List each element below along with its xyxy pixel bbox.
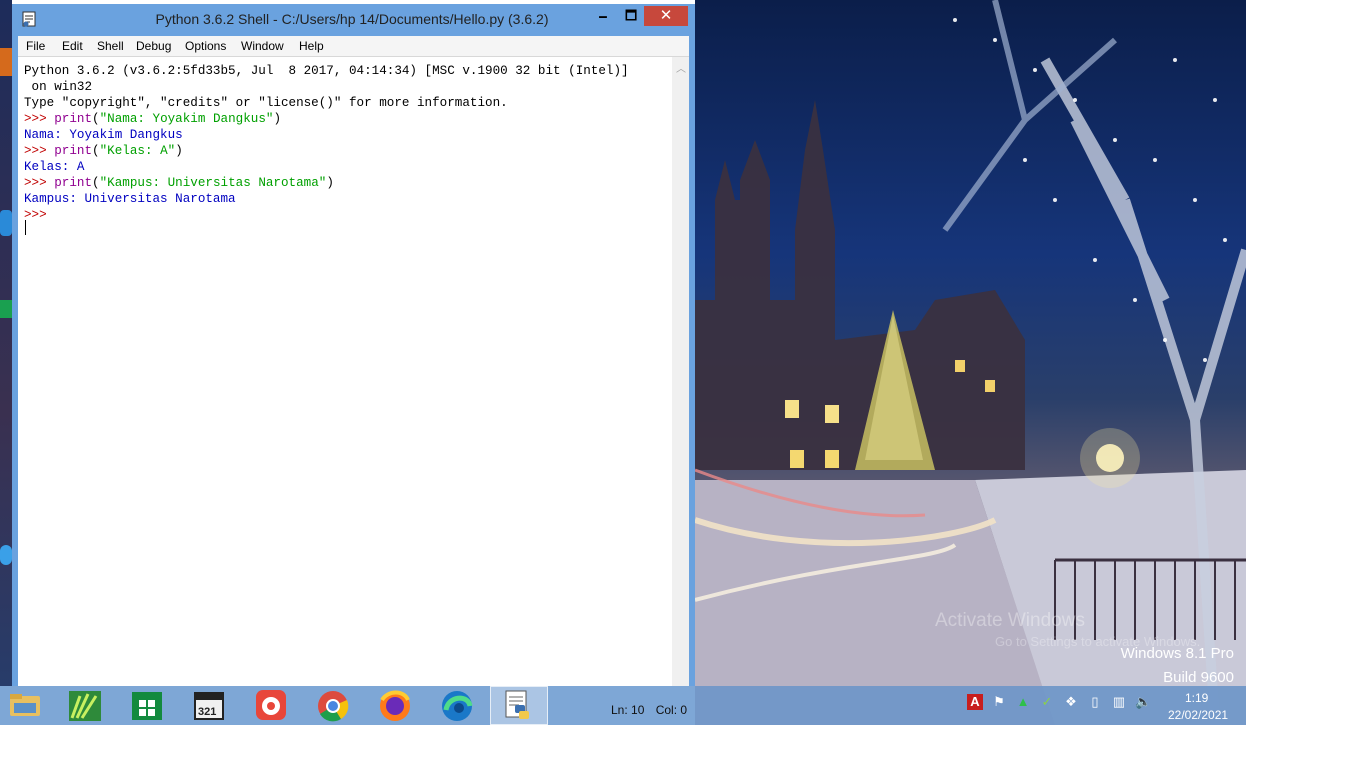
scroll-up-icon[interactable]: ︿: [676, 60, 686, 75]
minimize-button[interactable]: 🗕: [592, 6, 614, 26]
network-icon[interactable]: ▥: [1111, 694, 1127, 710]
string-token: "Kelas: A": [99, 144, 176, 158]
store-icon: [132, 692, 162, 720]
clock-time[interactable]: 1:19: [1185, 691, 1208, 705]
desktop-icon-partial[interactable]: [0, 300, 12, 318]
menu-shell[interactable]: Shell: [97, 39, 124, 53]
column-number: Col: 0: [655, 703, 688, 717]
desktop-left-strip: [0, 0, 12, 686]
cute-app-icon: [69, 691, 101, 721]
minimize-icon: 🗕: [598, 8, 608, 23]
string-token: "Nama: Yoyakim Dangkus": [99, 112, 274, 126]
edge-icon: [442, 691, 473, 721]
menu-help[interactable]: Help: [299, 39, 324, 53]
taskbar-edge[interactable]: [432, 686, 484, 725]
firefox-icon: [380, 690, 410, 721]
screen-recorder-icon: [256, 690, 286, 720]
taskbar-chrome[interactable]: [308, 686, 360, 725]
taskbar: 321 Ln: 10 Col: 0 A ⚑ ▲ ✓ ❖ ▯ ▥ 🔈 1:19 2…: [0, 686, 1246, 725]
desktop-wallpaper: Activate Windows Go to Settings to activ…: [695, 0, 1246, 725]
shell-prompt: >>>: [24, 112, 47, 126]
shell-text-area[interactable]: Python 3.6.2 (v3.6.2:5fd33b5, Jul 8 2017…: [18, 56, 689, 687]
svg-text:321: 321: [198, 706, 216, 718]
file-explorer-icon: [10, 694, 40, 716]
menu-debug[interactable]: Debug: [136, 39, 171, 53]
shell-command-line: >>> print("Kelas: A"): [24, 144, 183, 158]
keyword-token: print: [54, 112, 93, 126]
shell-command-line: >>> print("Kampus: Universitas Narotama"…: [24, 176, 334, 190]
idle-app-icon[interactable]: [20, 10, 38, 28]
close-button[interactable]: ✕: [644, 6, 688, 26]
shell-output-line: Kelas: A: [24, 160, 85, 174]
menu-options[interactable]: Options: [185, 39, 226, 53]
vertical-scrollbar[interactable]: ︿: [672, 57, 689, 687]
taskbar-firefox[interactable]: [370, 686, 422, 725]
tray-triangle-icon[interactable]: ▲: [1015, 694, 1031, 710]
taskbar-file-explorer[interactable]: [0, 686, 52, 725]
banner-line: Python 3.6.2 (v3.6.2:5fd33b5, Jul 8 2017…: [24, 64, 629, 78]
taskbar-app-cute[interactable]: [60, 686, 112, 725]
clock-date[interactable]: 22/02/2021: [1168, 708, 1228, 722]
os-version-label: Windows 8.1 Pro Build 9600: [1121, 642, 1234, 690]
desktop-icon-partial[interactable]: [0, 210, 12, 236]
flag-icon[interactable]: ⚑: [991, 694, 1007, 710]
menu-edit[interactable]: Edit: [62, 39, 83, 53]
editor-status: Ln: 10 Col: 0: [611, 703, 687, 717]
power-icon[interactable]: ▯: [1087, 694, 1103, 710]
shell-prompt: >>>: [24, 176, 47, 190]
shell-prompt: >>>: [24, 208, 47, 222]
activation-watermark-title: Activate Windows: [935, 610, 1085, 631]
keyword-token: print: [54, 144, 93, 158]
maximize-icon: 🗖: [624, 8, 638, 23]
menu-bar: File Edit Shell Debug Options Window Hel…: [18, 36, 689, 56]
maximize-button[interactable]: 🗖: [620, 6, 642, 26]
close-icon: ✕: [659, 7, 673, 24]
window-title: Python 3.6.2 Shell - C:/Users/hp 14/Docu…: [155, 11, 549, 27]
dropbox-icon[interactable]: ❖: [1063, 694, 1079, 710]
banner-line: on win32: [24, 80, 93, 94]
volume-icon[interactable]: 🔈: [1135, 694, 1151, 710]
shell-command-line: >>> print("Nama: Yoyakim Dangkus"): [24, 112, 281, 126]
string-token: "Kampus: Universitas Narotama": [99, 176, 327, 190]
taskbar-media-player[interactable]: 321: [184, 686, 236, 725]
desktop-icon-partial[interactable]: [0, 48, 12, 76]
python-idle-icon: [505, 690, 529, 719]
taskbar-store[interactable]: [122, 686, 174, 725]
chrome-icon: [318, 691, 349, 722]
os-name: Windows 8.1 Pro: [1120, 645, 1234, 662]
shell-prompt: >>>: [24, 144, 47, 158]
media-player-321-icon: 321: [194, 692, 224, 720]
idle-shell-window: Python 3.6.2 Shell - C:/Users/hp 14/Docu…: [12, 4, 695, 687]
window-titlebar[interactable]: Python 3.6.2 Shell - C:/Users/hp 14/Docu…: [12, 4, 695, 34]
keyword-token: print: [54, 176, 93, 190]
security-icon[interactable]: ✓: [1039, 694, 1055, 710]
line-number: Ln: 10: [611, 703, 645, 717]
desktop-icon-partial[interactable]: [0, 545, 12, 565]
shell-output: Python 3.6.2 (v3.6.2:5fd33b5, Jul 8 2017…: [24, 63, 674, 223]
text-cursor: [25, 220, 26, 235]
taskbar-screen-recorder[interactable]: [246, 686, 298, 725]
adobe-reader-tray-icon[interactable]: A: [967, 694, 983, 710]
menu-window[interactable]: Window: [241, 39, 284, 53]
shell-output-line: Kampus: Universitas Narotama: [24, 192, 236, 206]
menu-file[interactable]: File: [26, 39, 45, 53]
banner-line: Type "copyright", "credits" or "license(…: [24, 96, 508, 110]
shell-command-line: >>>: [24, 207, 674, 223]
taskbar-python-idle[interactable]: [490, 686, 548, 725]
shell-output-line: Nama: Yoyakim Dangkus: [24, 128, 183, 142]
